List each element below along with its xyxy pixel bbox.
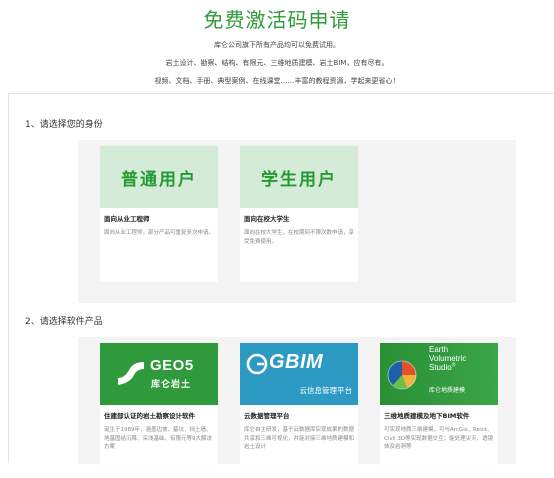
gbim-logo-text: GBIM	[269, 351, 324, 373]
evs-logo-line-1: Earth	[429, 345, 449, 354]
evs-logo-line-2: Volumetric	[429, 354, 467, 364]
identity-title: 面向从业工程师	[104, 215, 150, 223]
gbim-logo-icon	[246, 353, 268, 375]
product-card-earth-volumetric-studio[interactable]: Earth Volumetric Studio® 库仑地质建模 三维地质建模及地…	[380, 343, 498, 464]
geo5-logo-banner: GEO5 库仑岩土	[100, 343, 218, 405]
subtitle-line-1: 库仑公司旗下所有产品均可以免费试用。	[214, 41, 340, 49]
product-desc: 可实现地质三维建模，可与ArcGis、Revit、Civil 3D等实现数据交互…	[384, 427, 494, 451]
product-title: 三维地质建模及地下BIM软件	[384, 412, 470, 420]
page-title: 免费激活码申请	[203, 8, 351, 32]
product-card-geo5[interactable]: GEO5 库仑岩土 住建部认证的岩土勘察设计软件 诞生于1989年，涵盖边坡、基…	[100, 343, 218, 464]
product-desc: 库仑自主研发，基于云数据库实现成果的数据共享和三维可视化，并能对接三维地质建模和…	[244, 427, 355, 451]
identity-options-panel: 普通用户 面向从业工程师 面向从业工程师，部分产品可重复多次申请。 学生用户 面…	[78, 140, 516, 303]
product-title: 云数据管理平台	[244, 412, 290, 420]
identity-banner: 学生用户	[240, 146, 358, 208]
evs-logo-subtext: 库仑地质建模	[429, 387, 466, 394]
identity-banner: 普通用户	[100, 146, 218, 208]
identity-card-regular-user[interactable]: 普通用户 面向从业工程师 面向从业工程师，部分产品可重复多次申请。	[100, 146, 218, 282]
subtitle-line-3: 视频、文档、手册、典型案例、在线课堂……丰富的教程资源，学起来更省心！	[154, 77, 400, 85]
evs-logo-line-3: Studio	[429, 363, 452, 373]
identity-desc: 面向从业工程师，部分产品可重复多次申请。	[104, 230, 215, 236]
evs-logo-text: Earth Volumetric Studio®	[429, 345, 466, 373]
geo5-logo-text: GEO5	[150, 357, 194, 374]
identity-title: 面向在校大学生	[244, 215, 290, 223]
product-options-panel: GEO5 库仑岩土 住建部认证的岩土勘察设计软件 诞生于1989年，涵盖边坡、基…	[78, 337, 516, 464]
product-section-label: 2、请选择软件产品	[25, 317, 103, 327]
product-desc: 诞生于1989年，涵盖边坡、基坑、挡土墙、地基固结沉降、深浅基础、有限元等9大解…	[104, 427, 213, 451]
geo5-logo-subtext: 库仑岩土	[151, 380, 192, 390]
earth-globe-icon	[387, 360, 417, 390]
gbim-logo-banner: GBIM 云信息管理平台	[240, 343, 358, 405]
geo5-logo-icon	[118, 362, 144, 385]
subtitle-line-2: 岩土设计、勘察、结构、有限元、三维地质建模、岩土BIM，应有尽有。	[165, 59, 389, 67]
application-form: 1、请选择您的身份 普通用户 面向从业工程师 面向从业工程师，部分产品可重复多次…	[8, 93, 554, 464]
evs-trademark: ®	[451, 362, 456, 369]
identity-section-label: 1、请选择您的身份	[25, 120, 103, 130]
product-card-gbim[interactable]: GBIM 云信息管理平台 云数据管理平台 库仑自主研发，基于云数据库实现成果的数…	[240, 343, 358, 464]
identity-desc: 面向在校大学生，在校期间不限次数申请，享受免费使用。	[244, 230, 355, 245]
page-header: 免费激活码申请 库仑公司旗下所有产品均可以免费试用。 岩土设计、勘察、结构、有限…	[0, 0, 554, 93]
identity-card-student-user[interactable]: 学生用户 面向在校大学生 面向在校大学生，在校期间不限次数申请，享受免费使用。	[240, 146, 358, 282]
product-title: 住建部认证的岩土勘察设计软件	[104, 412, 195, 420]
evs-logo-banner: Earth Volumetric Studio® 库仑地质建模	[380, 343, 498, 405]
gbim-logo-subtext: 云信息管理平台	[299, 386, 353, 395]
